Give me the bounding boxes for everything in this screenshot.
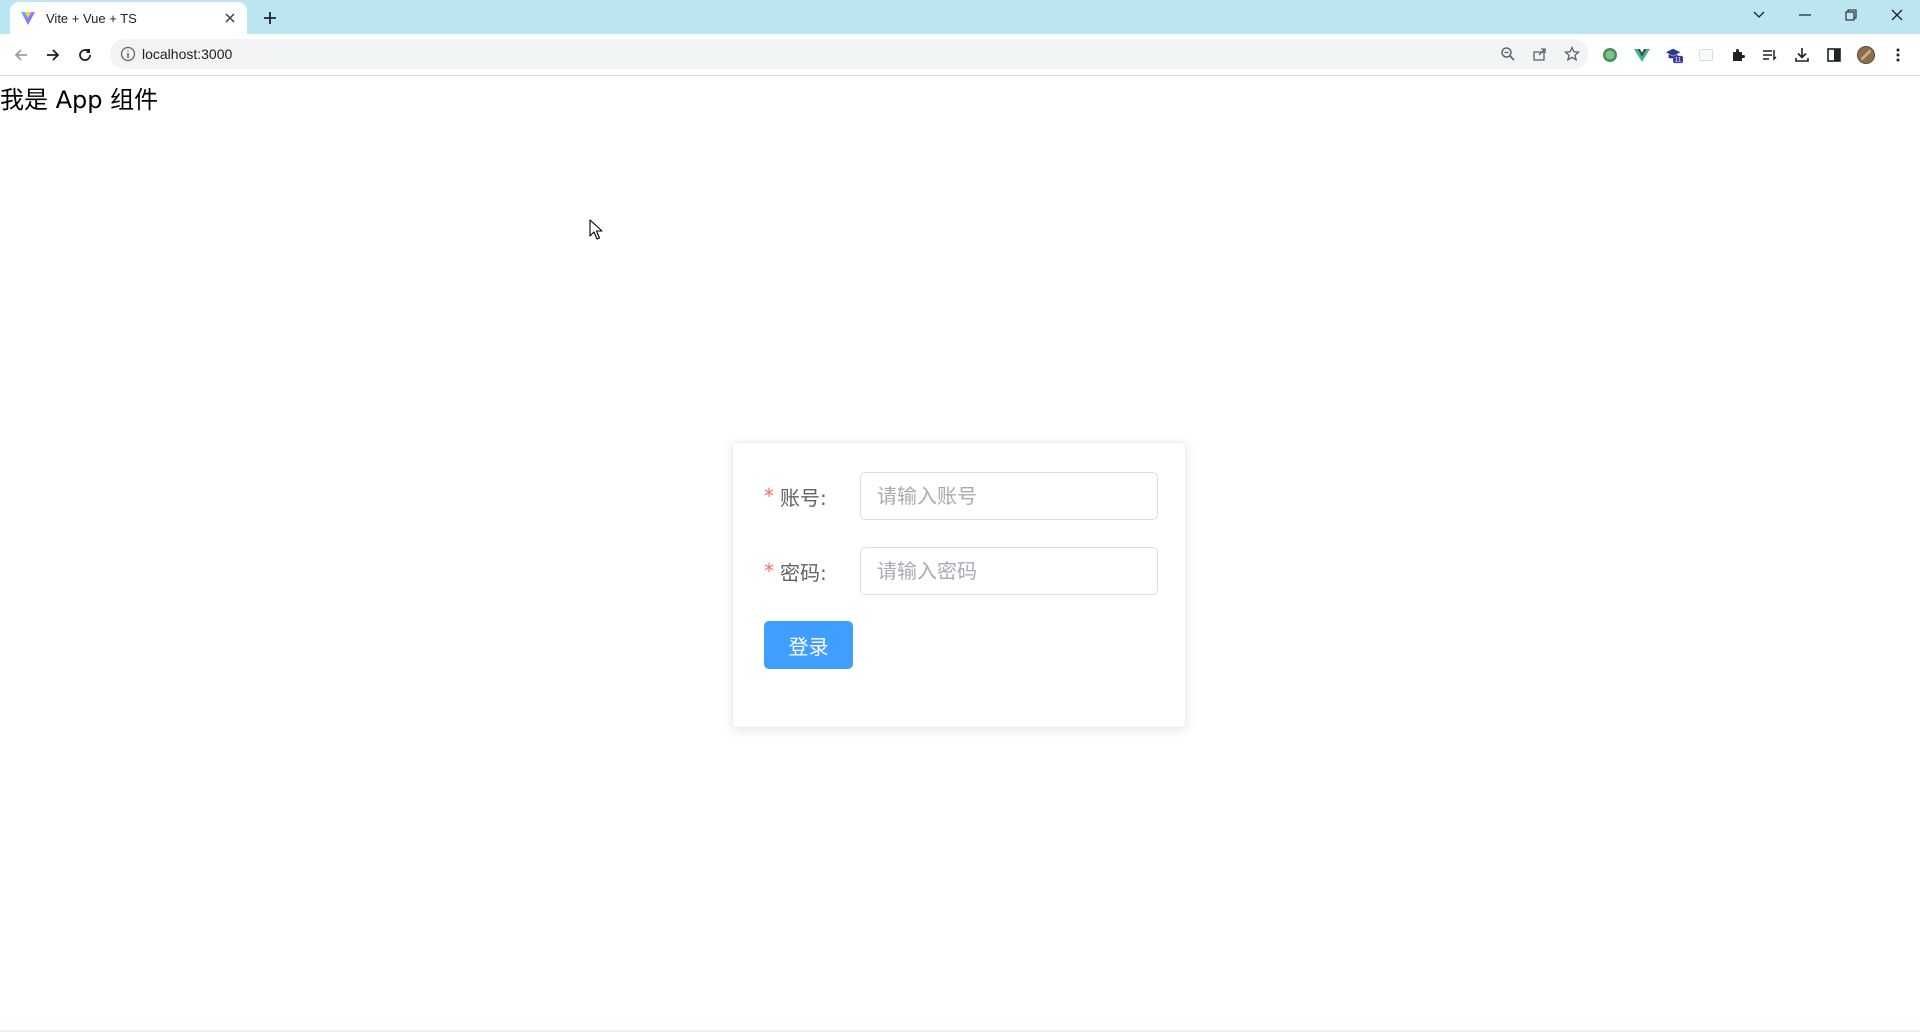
puzzle-icon[interactable] bbox=[1729, 46, 1747, 64]
share-icon[interactable] bbox=[1532, 46, 1548, 62]
browser-tab-active[interactable]: Vite + Vue + TS bbox=[10, 2, 247, 34]
reload-icon[interactable] bbox=[72, 42, 98, 68]
star-icon[interactable] bbox=[1564, 46, 1580, 62]
url-text: localhost:3000 bbox=[142, 46, 233, 62]
reading-list-icon[interactable] bbox=[1761, 46, 1779, 64]
forward-icon[interactable] bbox=[40, 42, 66, 68]
zoom-icon[interactable] bbox=[1500, 46, 1516, 62]
close-icon[interactable] bbox=[222, 10, 238, 26]
close-window-icon[interactable] bbox=[1874, 0, 1920, 30]
account-label: * 账号: bbox=[764, 482, 860, 511]
password-form-row: * 密码: bbox=[764, 547, 1158, 595]
graduation-cap-extension-icon[interactable]: 11 bbox=[1665, 46, 1683, 64]
download-icon[interactable] bbox=[1793, 46, 1811, 64]
more-vert-icon[interactable] bbox=[1889, 46, 1907, 64]
account-label-text: 账号: bbox=[780, 485, 827, 510]
password-label: * 密码: bbox=[764, 557, 860, 586]
page-title: 我是 App 组件 bbox=[0, 86, 159, 114]
chevron-down-icon[interactable] bbox=[1736, 0, 1782, 30]
password-label-text: 密码: bbox=[780, 560, 827, 585]
plus-icon[interactable] bbox=[258, 6, 282, 30]
info-icon[interactable] bbox=[120, 46, 136, 62]
required-mark: * bbox=[764, 559, 774, 583]
browser-titlebar: Vite + Vue + TS bbox=[0, 0, 1920, 34]
page-viewport: 我是 App 组件 * 账号: * 密码: 登录 bbox=[0, 76, 1920, 1032]
mouse-cursor-icon bbox=[589, 219, 603, 240]
minimize-icon[interactable] bbox=[1782, 0, 1828, 30]
profile-avatar-icon[interactable] bbox=[1857, 46, 1875, 64]
tab-title: Vite + Vue + TS bbox=[46, 10, 137, 26]
vue-devtools-icon[interactable] bbox=[1633, 46, 1651, 64]
back-icon[interactable] bbox=[8, 42, 34, 68]
login-button[interactable]: 登录 bbox=[764, 621, 853, 669]
address-bar[interactable]: localhost:3000 bbox=[110, 39, 1588, 69]
required-mark: * bbox=[764, 484, 774, 508]
restore-icon[interactable] bbox=[1828, 0, 1874, 30]
account-input[interactable] bbox=[860, 472, 1158, 520]
side-panel-icon[interactable] bbox=[1825, 46, 1843, 64]
vite-favicon-icon bbox=[21, 12, 35, 25]
password-input[interactable] bbox=[860, 547, 1158, 595]
account-form-row: * 账号: bbox=[764, 472, 1158, 520]
login-card: * 账号: * 密码: 登录 bbox=[732, 442, 1186, 728]
extension-badge: 11 bbox=[1675, 57, 1682, 64]
browser-toolbar: localhost:3000 11 bbox=[0, 34, 1920, 76]
green-circle-extension-icon[interactable] bbox=[1601, 46, 1619, 64]
blank-extension-icon[interactable] bbox=[1697, 46, 1715, 64]
